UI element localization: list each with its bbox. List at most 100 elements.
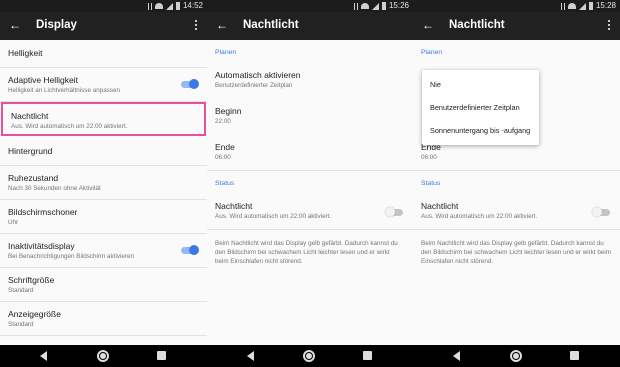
setting-helligkeit[interactable]: Helligkeit (0, 40, 207, 68)
back-arrow-icon[interactable]: ← (422, 18, 434, 32)
setting-label: Hintergrund (8, 146, 53, 156)
nav-back-icon[interactable] (40, 351, 47, 361)
setting-summary: 06:00 (215, 154, 231, 161)
end-time-setting[interactable]: Ende 06:00 (207, 134, 413, 170)
nachtlicht-toggle[interactable] (385, 207, 403, 217)
wifi-icon (360, 3, 369, 9)
setting-bildschirmschoner[interactable]: Bildschirmschoner Uhr (0, 200, 207, 234)
status-clock: 15:26 (388, 1, 409, 10)
nachtlicht-screen: 15:26 ← Nachtlicht Planen Automatisch ak… (207, 0, 413, 367)
nav-home-icon[interactable] (510, 350, 522, 362)
status-clock: 14:52 (182, 1, 203, 10)
auto-activate-setting[interactable]: Automatisch aktivieren Benutzerdefiniert… (207, 62, 413, 98)
nachtlicht-status-setting[interactable]: Nachtlicht Aus. Wird automatisch um 22:0… (413, 193, 620, 229)
setting-label: Helligkeit (8, 48, 43, 58)
setting-summary: Standard (8, 321, 34, 328)
nav-bar (0, 345, 207, 367)
footer-description: Beim Nachtlicht wird das Display gelb ge… (421, 240, 612, 265)
battery-icon (588, 2, 593, 10)
back-arrow-icon[interactable]: ← (216, 18, 228, 32)
dropdown-option-custom-schedule[interactable]: Benutzerdefinierter Zeitplan (422, 96, 539, 119)
page-title: Display (36, 19, 77, 31)
page-title: Nachtlicht (243, 19, 299, 31)
nachtlicht-settings: Planen Automatisch aktivieren Benutzerde… (207, 40, 413, 345)
status-bar: 15:26 (207, 0, 413, 12)
section-header-status: Status (421, 180, 441, 187)
setting-adaptive-helligkeit[interactable]: Adaptive Helligkeit Helligkeit an Lichtv… (0, 68, 207, 102)
setting-nachtlicht[interactable]: Nachtlicht Aus. Wird automatisch um 22:0… (1, 102, 206, 136)
bluetooth-icon (353, 2, 358, 10)
app-bar: ← Display (0, 12, 207, 40)
status-bar: 14:52 (0, 0, 207, 12)
status-clock: 15:28 (595, 1, 616, 10)
setting-summary: 22:00 (215, 118, 231, 125)
page-title: Nachtlicht (449, 19, 505, 31)
nav-home-icon[interactable] (303, 350, 315, 362)
setting-label: Nachtlicht (421, 201, 459, 211)
setting-label: Ruhezustand (8, 173, 59, 183)
nav-recents-icon[interactable] (157, 351, 166, 360)
back-arrow-icon[interactable]: ← (9, 18, 21, 32)
schedule-dropdown-menu: Nie Benutzerdefinierter Zeitplan Sonnenu… (422, 70, 539, 145)
setting-label: Inaktivitätsdisplay (8, 241, 75, 251)
bluetooth-icon (147, 2, 152, 10)
app-bar: ← Nachtlicht (413, 12, 620, 40)
wifi-icon (567, 3, 576, 9)
adaptive-brightness-toggle[interactable] (181, 79, 199, 89)
nachtlicht-status-setting[interactable]: Nachtlicht Aus. Wird automatisch um 22:0… (207, 193, 413, 229)
nav-bar (207, 345, 413, 367)
nachtlicht-toggle[interactable] (592, 207, 610, 217)
bluetooth-icon (560, 2, 565, 10)
signal-icon (578, 2, 586, 10)
setting-label: Automatisch aktivieren (215, 70, 301, 80)
setting-summary: Aus. Wird automatisch um 22:00 aktiviert… (421, 213, 538, 220)
setting-label: Beginn (215, 106, 242, 116)
battery-icon (381, 2, 386, 10)
nav-recents-icon[interactable] (570, 351, 579, 360)
setting-hintergrund[interactable]: Hintergrund (0, 136, 207, 166)
setting-summary: Aus. Wird automatisch um 22:00 aktiviert… (11, 123, 128, 130)
nav-home-icon[interactable] (97, 350, 109, 362)
nav-back-icon[interactable] (453, 351, 460, 361)
setting-summary: Helligkeit an Lichtverhältnisse anpassen (8, 87, 121, 94)
nav-recents-icon[interactable] (363, 351, 372, 360)
nav-bar (413, 345, 620, 367)
setting-summary: Uhr (8, 219, 19, 226)
ambient-display-toggle[interactable] (181, 245, 199, 255)
setting-summary: Nach 30 Sekunden ohne Aktivität (8, 185, 101, 192)
footer-description: Beim Nachtlicht wird das Display gelb ge… (215, 240, 398, 265)
setting-anzeigegroesse[interactable]: Anzeigegröße Standard (0, 302, 207, 336)
more-vert-icon[interactable] (608, 20, 610, 32)
more-vert-icon[interactable] (195, 20, 197, 32)
signal-icon (371, 2, 379, 10)
setting-summary: Standard (8, 287, 34, 294)
setting-label: Bildschirmschoner (8, 207, 78, 217)
setting-label: Nachtlicht (11, 111, 49, 121)
nav-back-icon[interactable] (247, 351, 254, 361)
setting-label: Nachtlicht (215, 201, 253, 211)
setting-inaktivitaetsdisplay[interactable]: Inaktivitätsdisplay Bei Benachrichtigung… (0, 234, 207, 268)
section-header-planen: Planen (421, 49, 443, 56)
setting-label: Anzeigegröße (8, 309, 61, 319)
wifi-icon (154, 3, 163, 9)
setting-summary: Aus. Wird automatisch um 22:00 aktiviert… (215, 213, 332, 220)
setting-label: Adaptive Helligkeit (8, 75, 78, 85)
display-settings-screen: 14:52 ← Display Helligkeit Adaptive Hell… (0, 0, 207, 367)
section-header-planen: Planen (215, 49, 237, 56)
nachtlicht-dropdown-screen: 15:28 ← Nachtlicht Planen Ende 06:00 Sta… (413, 0, 620, 367)
setting-ruhezustand[interactable]: Ruhezustand Nach 30 Sekunden ohne Aktivi… (0, 166, 207, 200)
setting-label: Ende (215, 142, 235, 152)
section-header-status: Status (215, 180, 235, 187)
setting-summary: Bei Benachrichtigungen Bildschirm aktivi… (8, 253, 135, 260)
signal-icon (165, 2, 173, 10)
dropdown-option-nie[interactable]: Nie (422, 73, 539, 96)
dropdown-option-sunset-sunrise[interactable]: Sonnenuntergang bis -aufgang (422, 119, 539, 142)
setting-schriftgroesse[interactable]: Schriftgröße Standard (0, 268, 207, 302)
setting-summary: Benutzerdefinierter Zeitplan (215, 82, 293, 89)
battery-icon (175, 2, 180, 10)
setting-label: Schriftgröße (8, 275, 55, 285)
start-time-setting[interactable]: Beginn 22:00 (207, 98, 413, 134)
app-bar: ← Nachtlicht (207, 12, 413, 40)
status-bar: 15:28 (413, 0, 620, 12)
settings-list: Helligkeit Adaptive Helligkeit Helligkei… (0, 40, 207, 345)
